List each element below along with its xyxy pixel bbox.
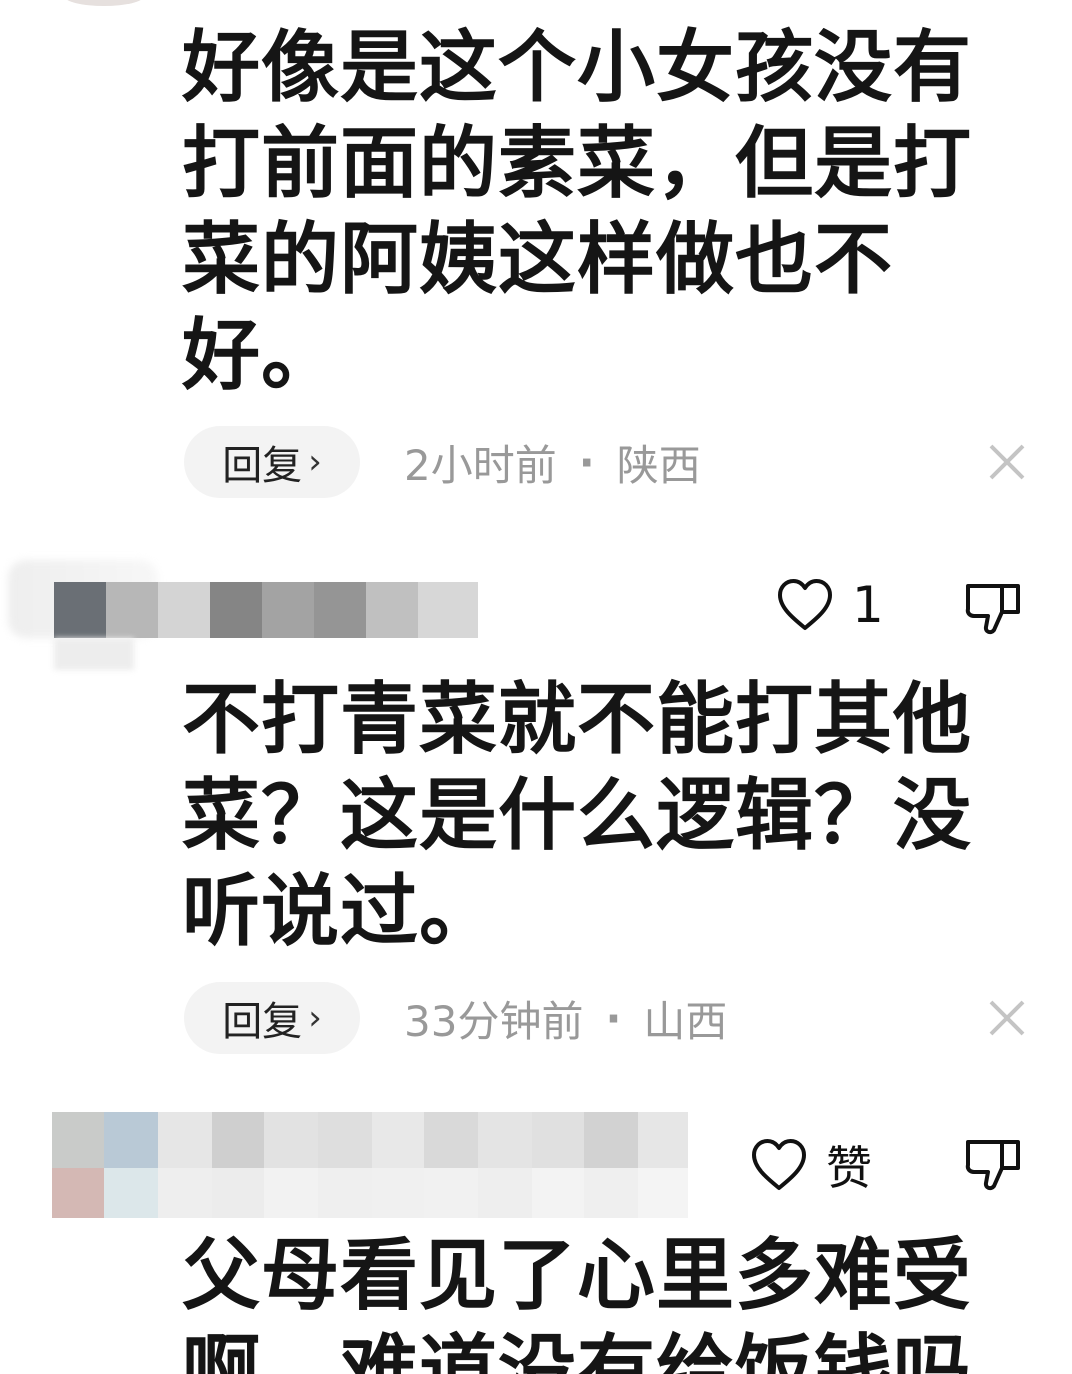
like-label: 赞 [826, 1141, 872, 1195]
close-icon[interactable] [985, 440, 1029, 484]
like-count: 1 [852, 576, 884, 634]
comment-2-username-blurred[interactable] [54, 582, 478, 638]
close-icon[interactable] [985, 996, 1029, 1040]
reply-label: 回复 [222, 999, 303, 1045]
meta-separator: · [605, 993, 622, 1043]
reply-label: 回复 [222, 443, 303, 489]
comment-1-reply-button[interactable]: 回复 › [184, 426, 360, 498]
comment-1-location: 陕西 [616, 440, 701, 490]
comment-1-text: 好像是这个小女孩没有打前面的素菜，但是打菜的阿姨这样做也不好。 [182, 23, 973, 401]
meta-separator: · [578, 437, 595, 487]
thumbs-down-icon[interactable] [964, 1134, 1024, 1194]
comment-1-meta: 2小时前 · 陕西 [404, 426, 701, 498]
comment-1-time: 2小时前 [404, 440, 557, 490]
comment-2-username-shadow [54, 638, 134, 670]
avatar-partial [64, 0, 144, 6]
chevron-right-icon: › [308, 442, 322, 482]
comment-2-text: 不打青菜就不能打其他菜？这是什么逻辑？没听说过。 [182, 675, 973, 957]
heart-outline-icon [752, 1139, 806, 1190]
comment-2-meta: 33分钟前 · 山西 [404, 982, 727, 1054]
comment-3-like-button[interactable]: 赞 [750, 1132, 872, 1198]
comment-2-reply-button[interactable]: 回复 › [184, 982, 360, 1054]
chevron-right-icon: › [308, 998, 322, 1038]
comment-3-username-blurred[interactable] [52, 1112, 688, 1168]
comment-2-time: 33分钟前 [404, 996, 584, 1046]
thumbs-down-icon[interactable] [964, 578, 1024, 638]
comment-2-like-button[interactable]: 1 [776, 576, 884, 634]
comment-3-text: 父母看见了心里多难受啊，难道没有给饭钱吗 [182, 1231, 973, 1374]
comment-2-location: 山西 [643, 996, 728, 1046]
comment-3-avatar-blurred [52, 1168, 688, 1218]
heart-outline-icon [778, 579, 832, 630]
